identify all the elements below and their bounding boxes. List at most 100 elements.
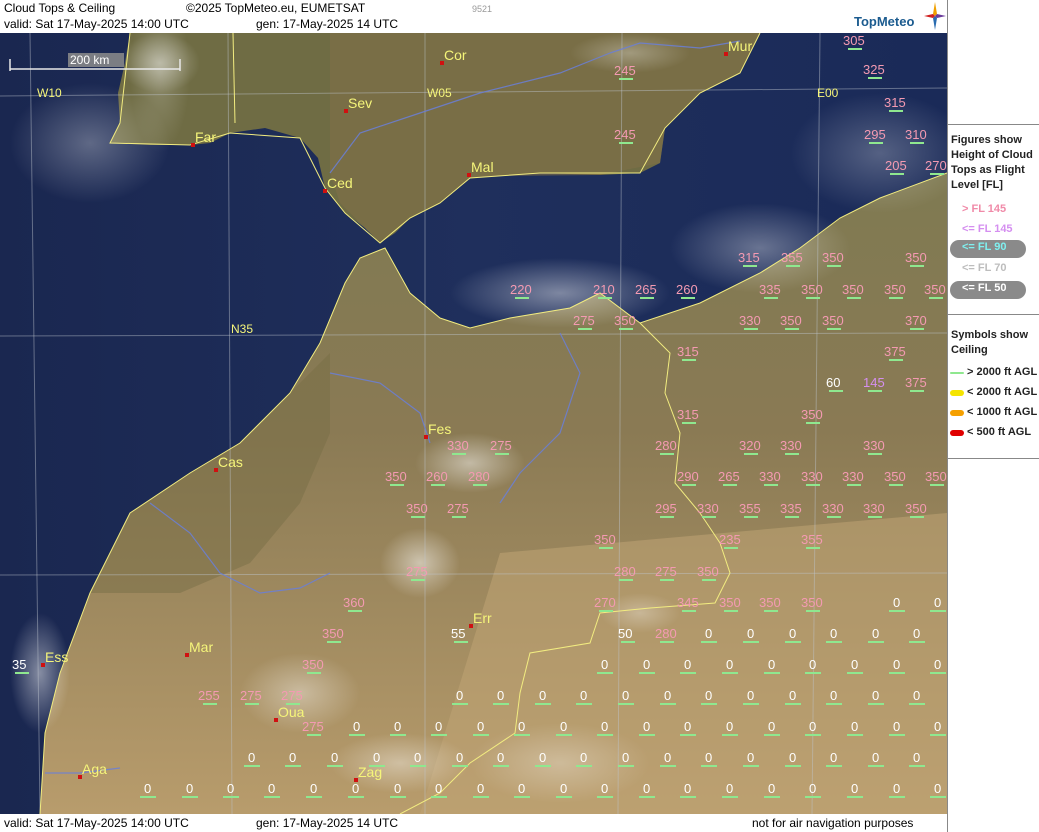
cloud-top-value: 350 — [925, 469, 947, 484]
cloud-top-value: 275 — [573, 313, 595, 328]
cloud-top-figure: 350 — [322, 626, 344, 643]
cloud-top-value: 0 — [601, 657, 608, 672]
cloud-top-value: 0 — [643, 657, 650, 672]
footer-generated-time: gen: 17-May-2025 14 UTC — [256, 816, 399, 830]
cloud-top-figure: 210 — [593, 282, 615, 299]
valid-time: valid: Sat 17-May-2025 14:00 UTC — [4, 17, 189, 31]
city-label: Sev — [348, 95, 372, 111]
cloud-top-value: 330 — [801, 469, 823, 484]
cloud-top-value: 0 — [310, 781, 317, 796]
cloud-top-value: 280 — [614, 564, 636, 579]
cloud-top-value: 350 — [594, 532, 616, 547]
cloud-top-value: 350 — [385, 469, 407, 484]
cloud-top-value: 335 — [759, 282, 781, 297]
cloud-top-figure: 355 — [801, 532, 823, 549]
cloud-top-figure: 255 — [198, 688, 220, 705]
city-label: Err — [473, 610, 492, 626]
cloud-top-figure: 330 — [739, 313, 761, 330]
legend-tops-title: Figures show Height of Cloud Tops as Fli… — [951, 134, 1033, 191]
cloud-top-value: 0 — [705, 688, 712, 703]
chart-code: 9521 — [472, 4, 493, 14]
cloud-top-value: 0 — [830, 626, 837, 641]
city-label: Mur — [728, 38, 752, 54]
cloud-top-value: 350 — [801, 407, 823, 422]
cloud-top-value: 0 — [435, 719, 442, 734]
cloud-top-value: 0 — [851, 719, 858, 734]
cloud-top-figure: 330 — [801, 469, 823, 486]
cloud-top-figure: 360 — [343, 595, 365, 612]
city-label: Mar — [189, 639, 213, 655]
footer-valid-time: valid: Sat 17-May-2025 14:00 UTC — [4, 816, 189, 830]
legend-ceiling-item: < 500 ft AGL — [967, 426, 1032, 438]
legend-tops-item: <= FL 145 — [962, 223, 1013, 235]
cloud-top-value: 0 — [872, 626, 879, 641]
cloud-top-figure: 350 — [697, 564, 719, 581]
cloud-top-figure: 220 — [510, 282, 532, 299]
cloud-top-value: 0 — [560, 781, 567, 796]
cloud-top-figure: 305 — [843, 33, 865, 50]
cloud-top-figure: 270 — [594, 595, 616, 612]
cloud-top-value: 270 — [594, 595, 616, 610]
cloud-top-value: 350 — [801, 282, 823, 297]
cloud-top-value: 0 — [684, 781, 691, 796]
grid-label-e00: E00 — [817, 86, 839, 100]
cloud-top-value: 355 — [739, 501, 761, 516]
map-canvas: 200 km W10 W05 E00 N35 Cor Mur Sev Far Ced Mal Fe… — [0, 33, 947, 814]
cloud-top-value: 0 — [664, 688, 671, 703]
ceiling-symbol-icon — [950, 390, 964, 396]
cloud-top-figure: 325 — [863, 62, 885, 79]
cloud-top-figure: 275 — [302, 719, 324, 736]
cloud-top-value: 350 — [905, 250, 927, 265]
city-label: Fes — [428, 421, 451, 437]
cloud-top-figure: 280 — [655, 438, 677, 455]
city-sev: Sev — [344, 95, 372, 113]
cloud-top-value: 210 — [593, 282, 615, 297]
cloud-top-value: 345 — [677, 595, 699, 610]
cloud-top-value: 0 — [518, 781, 525, 796]
cloud-top-figure: 275 — [240, 688, 262, 705]
cloud-top-figure: 350 — [406, 501, 428, 518]
cloud-top-value: 330 — [759, 469, 781, 484]
cloud-top-figure: 350 — [884, 282, 906, 299]
cloud-top-value: 330 — [447, 438, 469, 453]
cloud-top-value: 0 — [477, 781, 484, 796]
cloud-top-value: 350 — [884, 282, 906, 297]
footer-bar: valid: Sat 17-May-2025 14:00 UTC gen: 17… — [0, 814, 947, 832]
cloud-top-figure: 315 — [677, 344, 699, 361]
cloud-top-figure: 350 — [719, 595, 741, 612]
cloud-top-value: 260 — [426, 469, 448, 484]
cloud-top-value: 295 — [864, 127, 886, 142]
cloud-top-value: 205 — [885, 158, 907, 173]
cloud-top-value: 0 — [456, 688, 463, 703]
cloud-top-figure: 275 — [281, 688, 303, 705]
cloud-top-figure: 350 — [842, 282, 864, 299]
cloud-top-value: 0 — [893, 595, 900, 610]
legend-tops-item: <= FL 50 — [962, 282, 1007, 294]
cloud-top-figure: 350 — [302, 657, 324, 674]
cloud-top-value: 350 — [759, 595, 781, 610]
cloud-top-value: 60 — [826, 375, 840, 390]
cloud-top-figure: 335 — [780, 501, 802, 518]
cloud-top-value: 270 — [925, 158, 947, 173]
city-label: Cor — [444, 47, 467, 63]
cloud-top-value: 355 — [781, 250, 803, 265]
cloud-top-value: 0 — [872, 688, 879, 703]
chart-title: Cloud Tops & Ceiling — [4, 1, 116, 15]
cloud-top-value: 0 — [809, 781, 816, 796]
cloud-top-value: 330 — [863, 438, 885, 453]
cloud-top-figure: 350 — [759, 595, 781, 612]
city-oua: Oua — [274, 704, 305, 722]
cloud-top-value: 305 — [843, 33, 865, 48]
cloud-top-value: 275 — [490, 438, 512, 453]
city-label: Aga — [82, 761, 107, 777]
cloud-top-value: 0 — [684, 719, 691, 734]
cloud-top-value: 0 — [622, 688, 629, 703]
cloud-top-value: 335 — [780, 501, 802, 516]
cloud-top-value: 350 — [822, 313, 844, 328]
copyright-text: ©2025 TopMeteo.eu, EUMETSAT — [186, 1, 366, 15]
cloud-top-value: 330 — [863, 501, 885, 516]
cloud-top-figure-low: 50 — [618, 626, 635, 643]
cloud-top-figure: 245 — [614, 63, 636, 80]
cloud-top-value: 275 — [281, 688, 303, 703]
cloud-top-figure: 350 — [905, 501, 927, 518]
